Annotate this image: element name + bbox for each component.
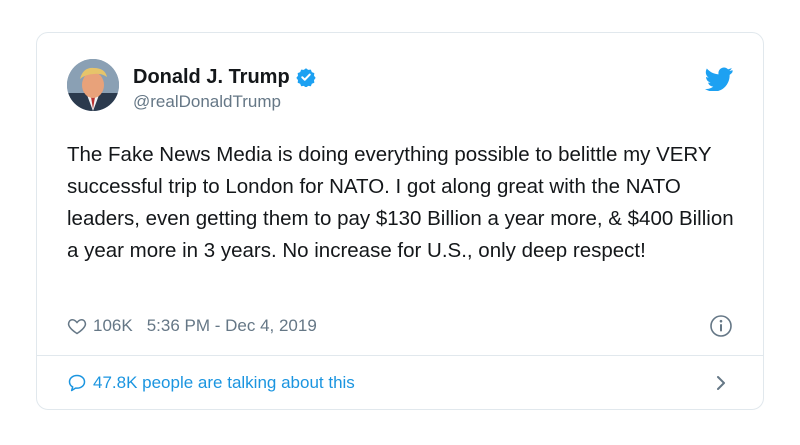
verified-badge-icon	[296, 67, 316, 88]
handle[interactable]: @realDonaldTrump	[133, 92, 316, 112]
divider	[37, 355, 763, 356]
talking-about-link[interactable]: 47.8K people are talking about this	[67, 369, 733, 397]
like-count[interactable]: 106K	[93, 316, 133, 336]
tweet-header: Donald J. Trump @realDonaldTrump	[67, 59, 733, 119]
info-icon[interactable]	[709, 314, 733, 338]
heart-icon[interactable]	[67, 316, 87, 336]
talking-about-label: 47.8K people are talking about this	[93, 373, 355, 392]
display-name[interactable]: Donald J. Trump	[133, 66, 290, 89]
tweet-card: Donald J. Trump @realDonaldTrump The Fak…	[36, 32, 764, 410]
avatar-image	[67, 59, 119, 111]
chevron-right-icon[interactable]	[713, 373, 729, 393]
tweet-text: The Fake News Media is doing everything …	[67, 143, 734, 262]
avatar[interactable]	[67, 59, 119, 111]
speech-bubble-icon	[67, 373, 87, 393]
timestamp[interactable]: 5:36 PM - Dec 4, 2019	[147, 316, 317, 336]
display-name-row: Donald J. Trump	[133, 65, 316, 89]
twitter-bird-icon[interactable]	[705, 67, 733, 92]
name-block: Donald J. Trump @realDonaldTrump	[133, 65, 316, 112]
tweet-meta: 106K 5:36 PM - Dec 4, 2019	[67, 313, 733, 339]
